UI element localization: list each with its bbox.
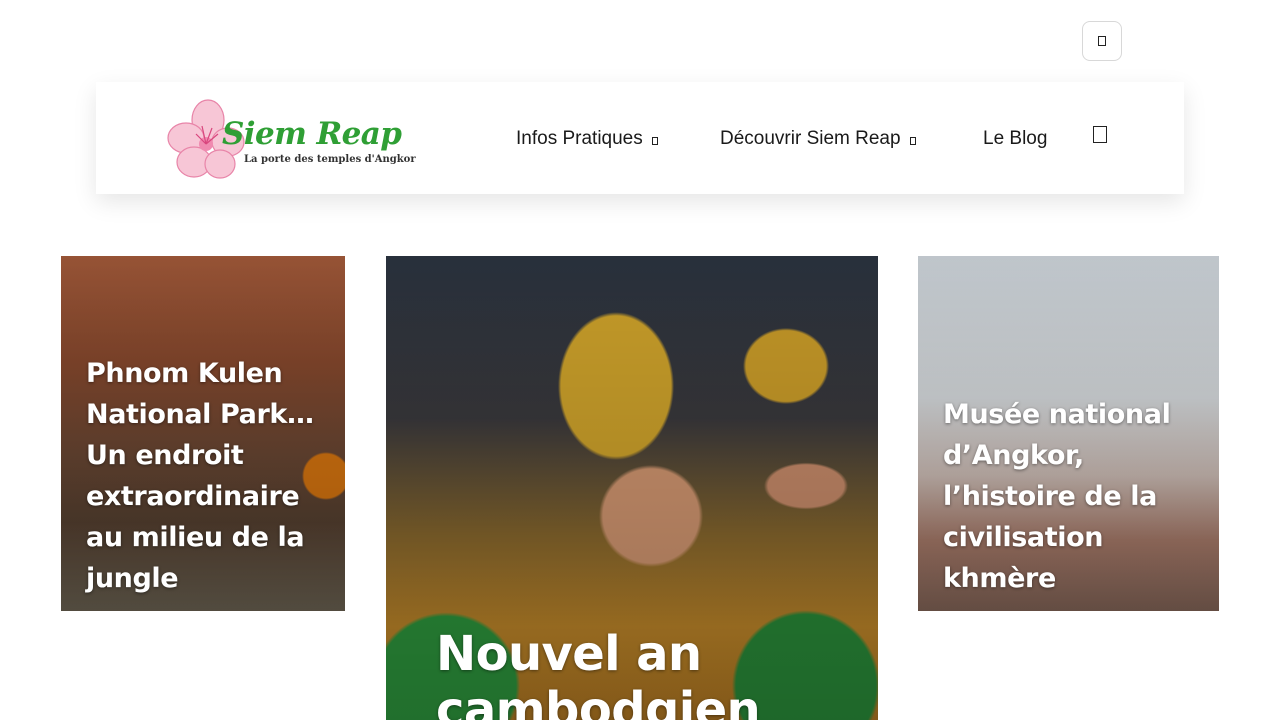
logo-title: Siem Reap bbox=[222, 116, 402, 152]
square-outline-icon bbox=[1098, 36, 1106, 46]
site-logo[interactable]: Siem Reap La porte des temples d'Angkor bbox=[166, 98, 416, 182]
nav-item-infos-pratiques[interactable]: Infos Pratiques bbox=[516, 124, 658, 154]
nav-item-label: Découvrir Siem Reap bbox=[720, 128, 901, 149]
chevron-down-icon bbox=[909, 137, 916, 145]
card-title[interactable]: Phnom Kulen National Park… Un endroit ex… bbox=[86, 353, 336, 599]
nav-item-label: Le Blog bbox=[983, 128, 1048, 149]
nav-item-le-blog[interactable]: Le Blog bbox=[983, 124, 1047, 154]
chevron-down-icon bbox=[651, 137, 658, 145]
nav-item-decouvrir-siem-reap[interactable]: Découvrir Siem Reap bbox=[720, 124, 916, 154]
card-title[interactable]: Nouvel an cambodgien bbox=[436, 626, 856, 720]
article-card-phnom-kulen[interactable]: Phnom Kulen National Park… Un endroit ex… bbox=[61, 256, 345, 611]
top-bar-toggle-button[interactable] bbox=[1082, 21, 1122, 61]
article-card-musee-angkor[interactable]: Musée national d’Angkor, l’histoire de l… bbox=[918, 256, 1219, 611]
site-header: Siem Reap La porte des temples d'Angkor … bbox=[96, 82, 1184, 194]
search-icon[interactable] bbox=[1093, 126, 1107, 143]
card-title[interactable]: Musée national d’Angkor, l’histoire de l… bbox=[943, 394, 1203, 599]
nav-item-label: Infos Pratiques bbox=[516, 128, 643, 149]
article-card-nouvel-an[interactable]: Nouvel an cambodgien bbox=[386, 256, 878, 720]
logo-tagline: La porte des temples d'Angkor bbox=[244, 154, 416, 165]
